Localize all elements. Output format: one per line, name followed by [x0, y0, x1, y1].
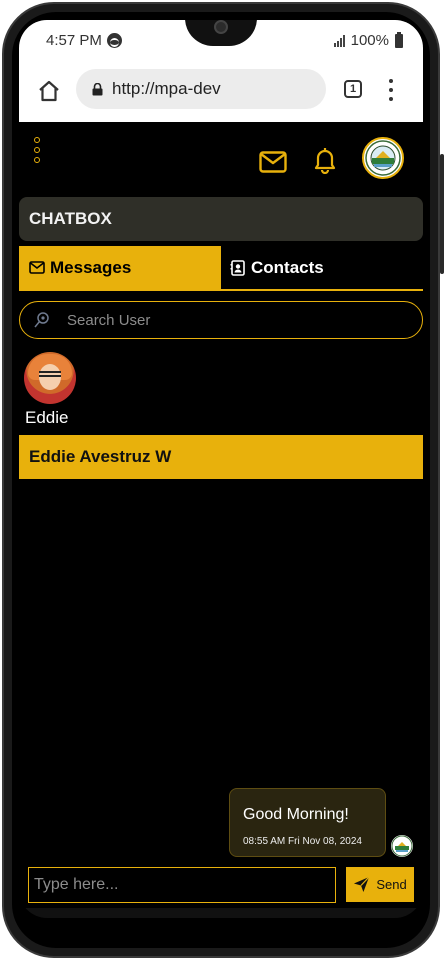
message-bubble: Good Morning! 08:55 AM Fri Nov 08, 2024	[229, 788, 386, 857]
organization-logo[interactable]	[362, 137, 404, 179]
mail-icon[interactable]	[259, 151, 287, 173]
spotify-icon	[106, 33, 122, 48]
battery-icon	[395, 31, 403, 48]
front-camera	[214, 20, 228, 34]
more-vert-icon[interactable]	[388, 79, 394, 101]
signal-icon	[333, 34, 345, 47]
address-bar[interactable]: http://mpa-dev	[76, 69, 326, 109]
url-text: http://mpa-dev	[112, 79, 221, 98]
contact-card-icon	[230, 259, 245, 276]
user-card[interactable]: Eddie	[24, 352, 78, 428]
bell-icon[interactable]	[313, 146, 337, 174]
tab-bar: Messages Contacts	[19, 246, 423, 291]
menu-dots-icon[interactable]	[34, 137, 42, 163]
bottom-bar	[19, 908, 423, 918]
status-time: 4:57 PM	[46, 32, 102, 49]
user-name: Eddie	[25, 408, 69, 427]
chatbox-title: CHATBOX	[29, 209, 112, 228]
status-time-group: 4:57 PM	[46, 32, 122, 49]
sender-seal-graphic	[391, 835, 413, 857]
search-box	[19, 301, 423, 339]
seal-graphic	[365, 140, 401, 176]
battery-percentage: 100%	[350, 32, 389, 49]
browser-toolbar: http://mpa-dev 1	[19, 65, 423, 122]
lock-icon	[92, 82, 103, 95]
send-icon	[354, 876, 370, 893]
tab-contacts-label: Contacts	[251, 257, 324, 277]
sender-avatar	[391, 835, 413, 857]
avatar[interactable]	[24, 352, 76, 404]
screen: 4:57 PM 100% http://mpa-dev 1 CHATBOX Me…	[19, 20, 423, 918]
message-timestamp: 08:55 AM Fri Nov 08, 2024	[243, 836, 362, 847]
status-right-group: 100%	[333, 31, 403, 49]
chatbox-header: CHATBOX	[19, 197, 423, 241]
contact-name: Eddie Avestruz W	[29, 447, 172, 466]
tab-messages-label: Messages	[50, 257, 132, 277]
side-button	[440, 154, 444, 274]
search-input[interactable]	[65, 310, 369, 330]
selected-contact[interactable]: Eddie Avestruz W	[19, 435, 423, 479]
send-button[interactable]: Send	[346, 867, 414, 902]
message-text: Good Morning!	[243, 806, 349, 823]
message-input[interactable]	[28, 867, 336, 903]
tab-switcher-icon[interactable]: 1	[344, 80, 362, 98]
location-pin-icon	[34, 312, 49, 328]
tab-messages[interactable]: Messages	[19, 246, 221, 289]
tab-contacts[interactable]: Contacts	[221, 246, 423, 289]
home-icon[interactable]	[37, 79, 61, 103]
envelope-icon	[29, 261, 45, 274]
tab-count: 1	[349, 83, 357, 95]
send-label: Send	[376, 877, 407, 892]
